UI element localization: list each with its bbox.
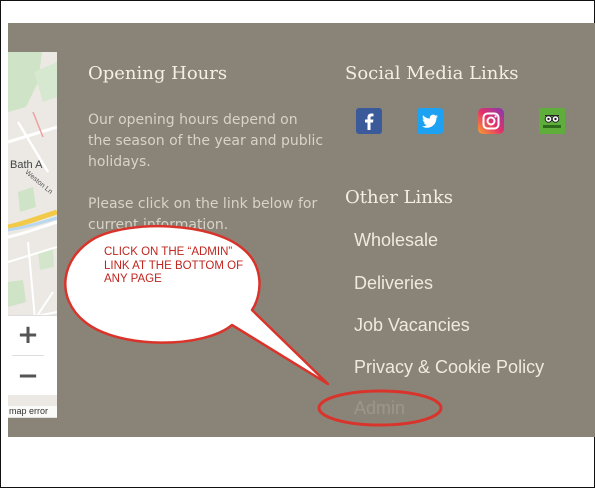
link-job-vacancies[interactable]: Job Vacancies [354,315,470,336]
twitter-icon[interactable] [417,108,443,134]
callout-text: CLICK ON THE “ADMIN” LINK AT THE BOTTOM … [104,246,244,285]
link-deliveries[interactable]: Deliveries [354,273,433,294]
zoom-in-button[interactable]: + [8,315,48,355]
opening-hours-heading: Opening Hours [88,63,228,84]
zoom-out-button[interactable]: − [8,356,48,396]
instagram-icon[interactable] [478,108,504,134]
map-area-label: Bath A [10,159,43,171]
link-admin[interactable]: Admin [354,398,405,419]
other-links-heading: Other Links [345,187,454,208]
link-privacy-cookie-policy[interactable]: Privacy & Cookie Policy [354,357,544,378]
map-error-text: map error [8,406,57,418]
opening-hours-text: Our opening hours depend on the season o… [88,112,324,170]
opening-hours-info-text: Please click on the link below for curre… [88,196,318,233]
facebook-icon[interactable] [356,108,382,134]
social-media-heading: Social Media Links [345,63,519,84]
tripadvisor-icon[interactable] [539,108,565,134]
link-wholesale[interactable]: Wholesale [354,230,438,251]
